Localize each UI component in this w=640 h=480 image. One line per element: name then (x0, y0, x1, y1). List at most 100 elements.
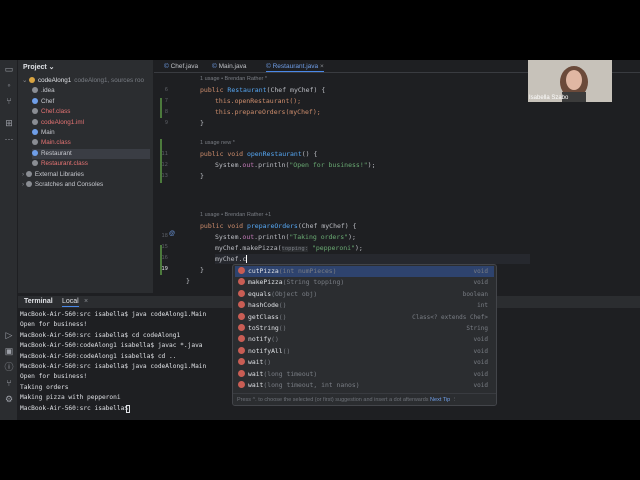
class-icon (32, 129, 38, 135)
project-tree-label: Restaurant (41, 149, 72, 157)
code-line[interactable]: myChef.makePizza(topping: "pepperoni"); (215, 243, 363, 253)
tab-main-java[interactable]: © Main.java (212, 62, 246, 72)
tab-chef-java[interactable]: © Chef.java (164, 62, 198, 72)
completion-item[interactable]: equals(Object obj) boolean (235, 289, 494, 300)
code-line[interactable]: } (186, 276, 190, 286)
next-tip-link[interactable]: Next Tip (430, 397, 450, 403)
completion-item[interactable]: makePizza(String topping) void (235, 277, 494, 288)
project-tree-label: External Libraries (34, 170, 84, 178)
code-line[interactable]: } (200, 118, 204, 128)
completion-item[interactable]: wait() void (235, 357, 494, 368)
file-icon (32, 118, 38, 125)
line-number: 6 (164, 87, 168, 93)
project-tree-item[interactable]: › External Libraries (22, 170, 150, 180)
code-line-current[interactable]: myChef.c (215, 254, 530, 264)
tab-restaurant-java[interactable]: © Restaurant.java × (266, 62, 324, 72)
tab-local[interactable]: Local (62, 297, 79, 307)
completion-item[interactable]: toString() String (235, 323, 494, 334)
completion-return-type: Class<? extends Chef> (412, 313, 488, 321)
code-line[interactable]: public void openRestaurant() { (200, 149, 317, 159)
branches-icon[interactable]: ⑂ (4, 96, 14, 106)
run-icon[interactable]: ▷ (4, 330, 14, 340)
project-tree-item[interactable]: › Scratches and Consoles (22, 180, 150, 190)
terminal-title[interactable]: Terminal (24, 297, 53, 307)
completion-name: cutPizza (248, 267, 279, 275)
project-tree-label: Chef (41, 97, 55, 105)
completion-params: (String topping) (282, 278, 345, 287)
file-icon (32, 160, 38, 167)
completion-item[interactable]: hashCode() int (235, 300, 494, 311)
project-tree-label: Chef.class (41, 108, 71, 116)
completion-name: notifyAll (248, 346, 283, 355)
terminal-line: MacBook-Air-560:src isabella$ cd codeAlo… (20, 331, 181, 339)
method-icon (238, 369, 245, 377)
completion-item[interactable]: wait(long timeout, int nanos) void (235, 380, 494, 391)
close-local-tab-icon[interactable]: × (84, 297, 88, 307)
completion-item[interactable]: cutPizza(int numPieces) void (235, 266, 494, 278)
project-tree-item[interactable]: .idea (32, 86, 150, 96)
project-tree-item[interactable]: Restaurant (32, 148, 150, 159)
completion-item[interactable]: notify() void (235, 334, 494, 345)
terminal-line: MacBook-Air-560:src isabella$ java codeA… (20, 311, 207, 318)
code-lens[interactable]: 1 usage new * (200, 139, 235, 147)
problems-icon[interactable]: ⓘ (4, 362, 14, 372)
usage-gutter-icon[interactable]: @ (169, 231, 175, 237)
code-line[interactable]: public void prepareOrders(Chef myChef) { (200, 221, 357, 231)
parameter-hint: topping: (281, 246, 309, 252)
project-tree-item[interactable]: Chef.class (32, 107, 150, 117)
project-tree-item[interactable]: Restaurant.class (32, 159, 150, 169)
lib-icon (25, 170, 32, 177)
terminal-line: Making pizza with pepperoni (20, 394, 121, 402)
project-tree-label: .idea (41, 87, 55, 95)
terminal-line: MacBook-Air-560:src isabella$ (20, 404, 132, 412)
completion-name: wait (248, 358, 264, 367)
editor-gutter: 6 7 8 9 11 12 13 18 15 16 19 @ (154, 73, 184, 293)
close-tab-icon[interactable]: × (320, 63, 324, 70)
project-tree-label: Main (41, 129, 55, 136)
code-editor[interactable]: 1 usage • Brendan Rather * public Restau… (184, 73, 530, 293)
code-completion-popup[interactable]: cutPizza(int numPieces) void makePizza(Str… (232, 264, 497, 406)
code-line[interactable]: this.prepareOrders(myChef); (215, 107, 321, 117)
completion-item[interactable]: notifyAll() void (235, 346, 494, 357)
completion-return-type: void (473, 382, 488, 389)
code-line[interactable]: public Restaurant(Chef myChef) { (200, 85, 325, 95)
code-lens[interactable]: 1 usage • Brendan Rather +1 (200, 211, 271, 219)
structure-icon[interactable]: ⊞ (4, 118, 14, 128)
folder-icon[interactable]: ▭ (4, 64, 14, 74)
completion-return-type: void (473, 279, 488, 287)
completion-item[interactable]: getClass() Class<? extends Chef> (235, 312, 494, 323)
line-number: 9 (164, 120, 168, 126)
method-icon (238, 381, 245, 388)
change-marker (160, 139, 162, 183)
project-tree-item[interactable]: codeAlong1.iml (32, 118, 150, 128)
code-line[interactable]: System.out.println("Open for business!")… (215, 160, 376, 170)
completion-params: () (263, 358, 272, 367)
chevron-icon[interactable]: ⌄ (22, 77, 29, 84)
completion-name: wait (248, 369, 264, 378)
git-icon[interactable]: ⑂ (4, 378, 14, 388)
commit-icon[interactable]: ◦ (4, 80, 14, 90)
project-tree-item[interactable]: Main.class (32, 138, 150, 148)
code-line[interactable]: } (200, 265, 204, 275)
completion-name: hashCode (248, 301, 279, 310)
project-panel-title[interactable]: Project ⌄ (23, 63, 55, 71)
completion-item[interactable]: wait(long timeout) void (235, 369, 494, 380)
terminal-line: Open for business! (20, 373, 88, 381)
more-options-icon[interactable]: ⋮ (452, 397, 458, 403)
file-icon (32, 108, 38, 115)
code-line[interactable]: } (200, 171, 204, 181)
more-icon[interactable]: ⋯ (4, 134, 14, 144)
code-lens[interactable]: 1 usage • Brendan Rather * (200, 75, 267, 83)
method-icon (238, 358, 245, 366)
method-icon (238, 267, 245, 274)
project-tree-item[interactable]: Chef (32, 97, 150, 107)
completion-params: (Object obj) (271, 289, 318, 298)
change-marker (160, 245, 162, 275)
completion-name: wait (248, 381, 264, 389)
terminal-icon[interactable]: ▣ (4, 346, 14, 356)
code-line[interactable]: this.openRestaurant(); (215, 96, 301, 106)
code-line[interactable]: System.out.println("Taking orders"); (215, 232, 356, 242)
services-icon[interactable]: ⚙ (4, 394, 14, 404)
project-tree-item[interactable]: ⌄ codeAlong1 codeAlong1, sources roo (22, 76, 150, 86)
project-tree-item[interactable]: Main (32, 128, 150, 138)
